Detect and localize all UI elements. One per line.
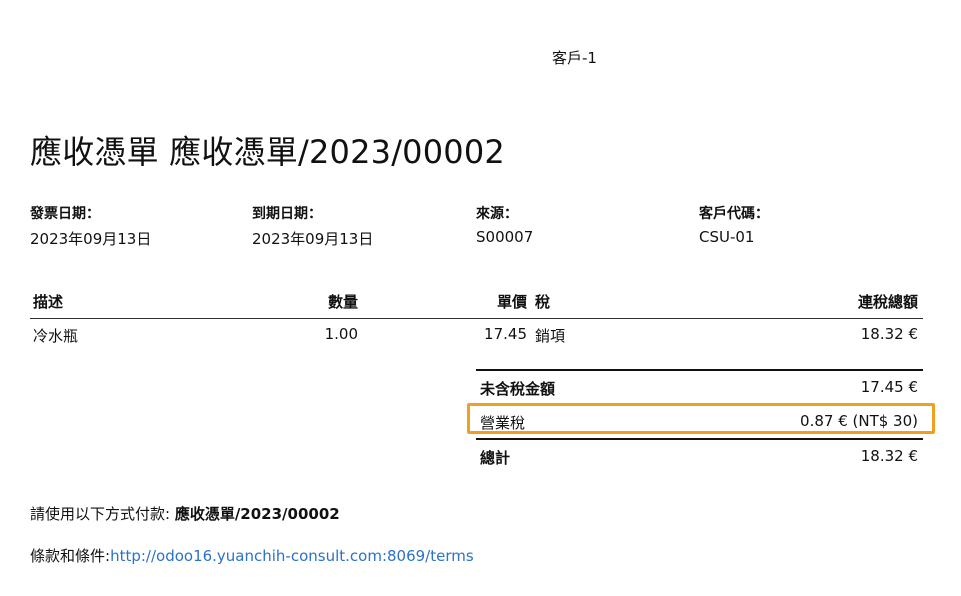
column-header-total: 連稅總額 xyxy=(857,293,918,311)
customer-code-label: 客戶代碼： xyxy=(699,206,769,222)
total-value: 18.32 € xyxy=(860,447,918,465)
due-date-value: 2023年09月13日 xyxy=(252,230,374,248)
untaxed-amount-label: 未含稅金額 xyxy=(480,380,556,398)
customer-name: 客戶-1 xyxy=(552,49,597,67)
row-tax: 銷項 xyxy=(535,327,566,345)
payment-reference: 應收憑單/2023/00002 xyxy=(174,505,340,523)
table-header-divider xyxy=(30,318,923,319)
payment-prefix: 請使用以下方式付款: xyxy=(30,505,175,523)
source-value: S00007 xyxy=(476,228,534,246)
column-header-unit-price: 單價 xyxy=(496,293,527,311)
column-header-quantity: 數量 xyxy=(327,293,358,311)
row-total: 18.32 € xyxy=(860,325,918,343)
row-unit-price: 17.45 xyxy=(484,325,527,343)
total-label: 總計 xyxy=(480,449,511,467)
row-quantity: 1.00 xyxy=(324,325,358,343)
terms-line: 條款和條件:http://odoo16.yuanchih-consult.com… xyxy=(30,545,474,566)
terms-prefix: 條款和條件: xyxy=(30,547,111,565)
payment-instruction: 請使用以下方式付款: 應收憑單/2023/00002 xyxy=(30,503,340,524)
totals-divider xyxy=(476,438,923,440)
untaxed-amount-value: 17.45 € xyxy=(860,378,918,396)
row-description: 冷水瓶 xyxy=(33,327,79,345)
invoice-date-label: 發票日期： xyxy=(30,206,100,222)
column-header-tax: 稅 xyxy=(535,293,551,311)
customer-code-value: CSU-01 xyxy=(699,228,755,246)
column-header-description: 描述 xyxy=(33,293,64,311)
terms-link[interactable]: http://odoo16.yuanchih-consult.com:8069/… xyxy=(110,547,474,565)
totals-top-divider xyxy=(476,369,923,371)
source-label: 來源： xyxy=(476,206,518,222)
tax-label: 營業稅 xyxy=(480,414,526,432)
due-date-label: 到期日期： xyxy=(252,206,322,222)
tax-value: 0.87 € (NT$ 30) xyxy=(800,412,918,430)
page-title: 應收憑單 應收憑單/2023/00002 xyxy=(30,133,505,171)
invoice-date-value: 2023年09月13日 xyxy=(30,230,152,248)
